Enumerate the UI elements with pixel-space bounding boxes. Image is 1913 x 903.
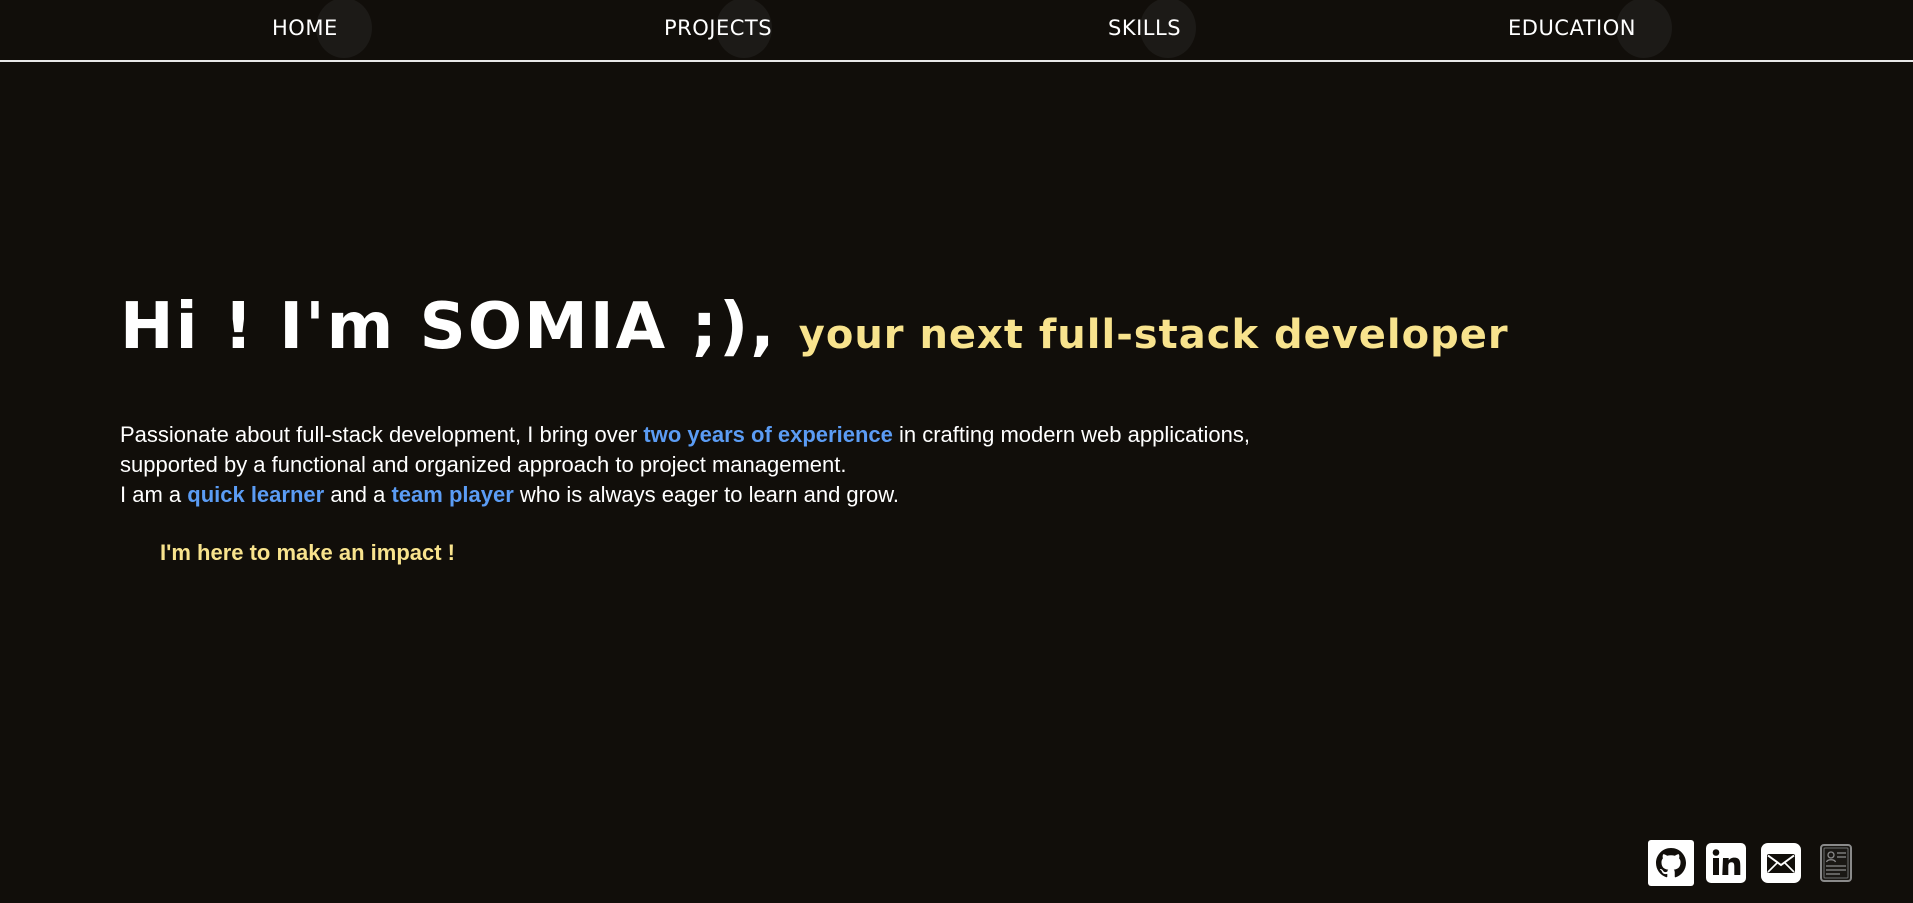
nav-projects[interactable]: PROJECTS — [664, 0, 773, 58]
intro-line-2: supported by a functional and organized … — [120, 452, 847, 477]
nav-education-label: EDUCATION — [1508, 16, 1636, 40]
nav-projects-label: PROJECTS — [664, 16, 773, 40]
intro-text: who is always eager to learn and grow. — [513, 482, 899, 507]
highlight-team-player: team player — [391, 482, 514, 507]
nav-skills-label: SKILLS — [1108, 16, 1182, 40]
intro-text: Passionate about full-stack development,… — [120, 422, 644, 447]
github-icon[interactable] — [1648, 840, 1694, 886]
resume-icon[interactable] — [1820, 840, 1864, 884]
highlight-experience: two years of experience — [643, 422, 893, 447]
nav-home[interactable]: HOME — [272, 0, 372, 58]
intro-line-3: I am a quick learner and a team player w… — [120, 480, 1520, 510]
nav-education[interactable]: EDUCATION — [1508, 0, 1672, 58]
portfolio-page: HOME PROJECTS SKILLS EDUCATION Hi ! I'm … — [0, 0, 1913, 903]
linkedin-icon[interactable] — [1706, 840, 1750, 884]
hero-title: Hi ! I'm SOMIA ;), — [120, 290, 777, 364]
mail-icon[interactable] — [1761, 840, 1805, 884]
highlight-quick-learner: quick learner — [187, 482, 325, 507]
impact-tagline: I'm here to make an impact ! — [160, 540, 455, 565]
intro-paragraph: Passionate about full-stack development,… — [120, 420, 1520, 510]
nav-skills[interactable]: SKILLS — [1108, 0, 1196, 58]
top-navbar: HOME PROJECTS SKILLS EDUCATION — [0, 0, 1913, 62]
intro-text: in crafting modern web applications, — [892, 422, 1250, 447]
hero-subtitle: your next full-stack developer — [798, 312, 1509, 358]
nav-home-label: HOME — [272, 16, 338, 40]
intro-line-1: Passionate about full-stack development,… — [120, 420, 1520, 450]
intro-text: and a — [324, 482, 392, 507]
intro-text: I am a — [120, 482, 188, 507]
hero-heading: Hi ! I'm SOMIA ;), your next full-stack … — [120, 290, 1509, 364]
